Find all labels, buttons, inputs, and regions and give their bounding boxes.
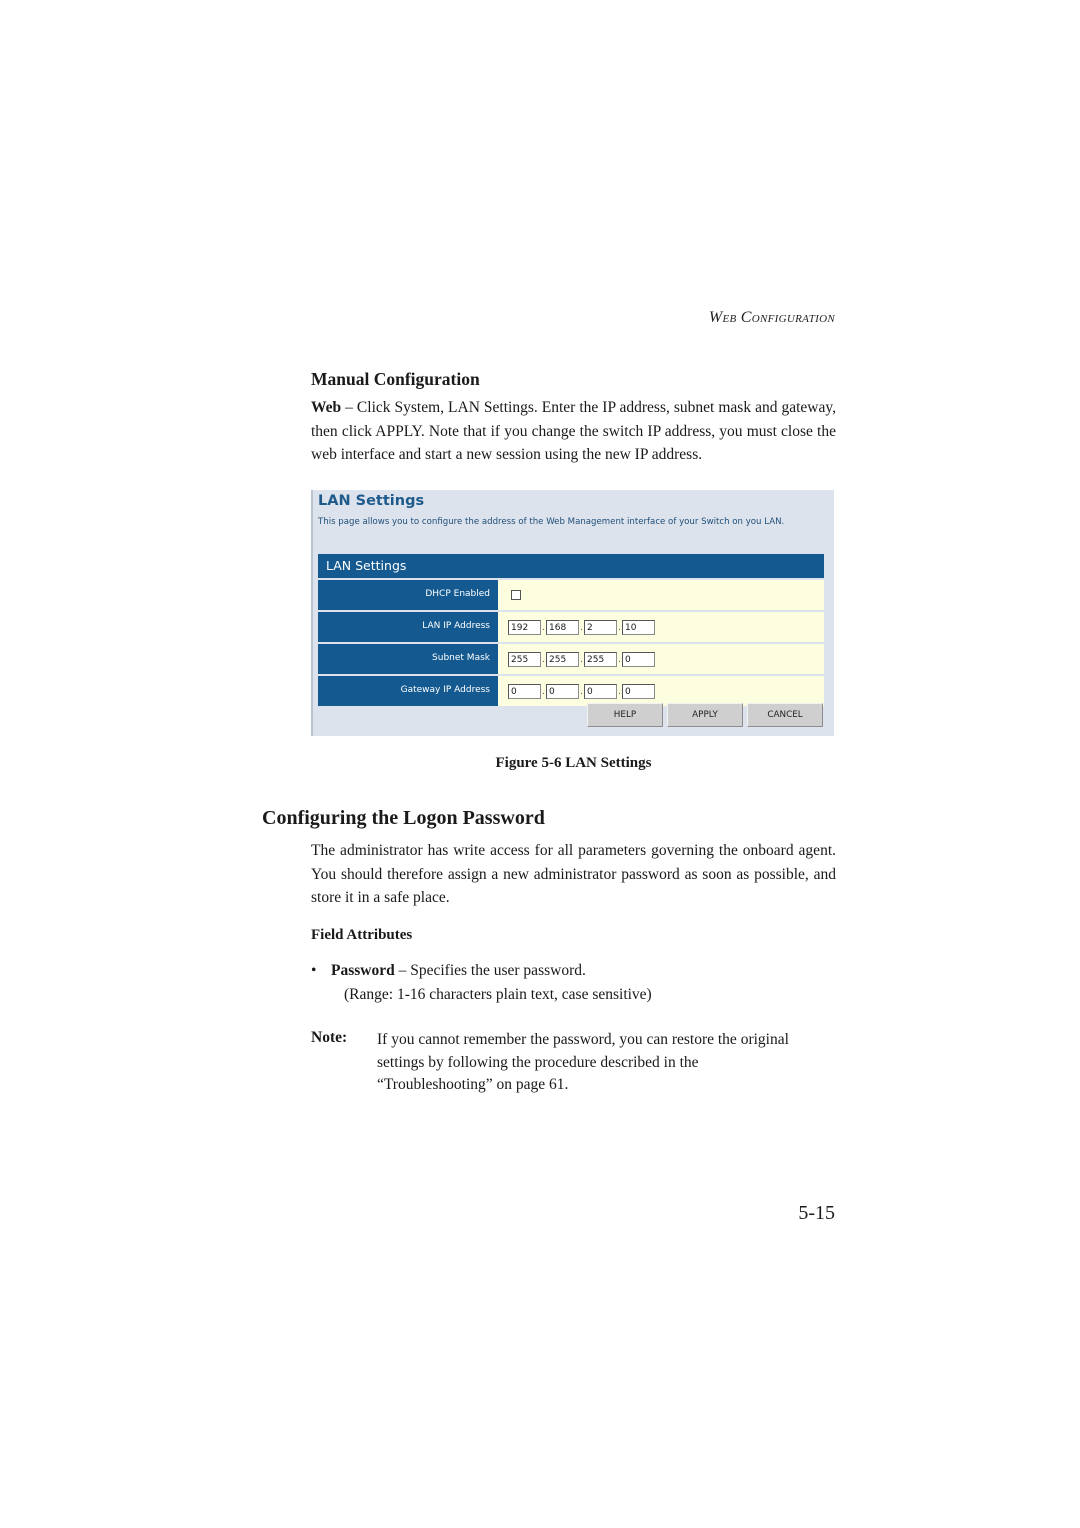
table-row-gateway: Gateway IP Address 0. 0. 0. 0 (318, 674, 824, 706)
password-bullet: • Password – Specifies the user password. (311, 962, 586, 980)
lan-ip-octet-1[interactable]: 192 (508, 619, 541, 635)
help-button[interactable]: HELP (587, 703, 663, 727)
cancel-button[interactable]: CANCEL (747, 703, 823, 727)
lan-ip-octet-4[interactable]: 10 (622, 619, 655, 635)
apply-button[interactable]: APPLY (667, 703, 743, 727)
table-row-subnet-mask: Subnet Mask 255. 255. 255. 0 (318, 642, 824, 674)
lan-settings-screenshot: LAN Settings This page allows you to con… (311, 490, 834, 736)
manual-configuration-text: – Click System, LAN Settings. Enter the … (311, 399, 836, 463)
subnet-octet-1[interactable]: 255 (508, 651, 541, 667)
subnet-octet-2[interactable]: 255 (546, 651, 579, 667)
row-value (498, 580, 824, 610)
button-bar: HELP APPLY CANCEL (587, 703, 823, 727)
dhcp-enabled-checkbox[interactable] (511, 590, 521, 600)
manual-configuration-paragraph: Web – Click System, LAN Settings. Enter … (311, 396, 836, 467)
table-row-lan-ip: LAN IP Address 192. 168. 2. 10 (318, 610, 824, 642)
row-label: LAN IP Address (318, 612, 498, 642)
bullet-icon: • (311, 962, 317, 979)
screenshot-title: LAN Settings (318, 493, 425, 509)
logon-password-paragraph: The administrator has write access for a… (311, 842, 836, 906)
running-head: Web Configuration (600, 309, 835, 327)
password-description: – Specifies the user password. (394, 962, 586, 979)
lan-ip-octet-2[interactable]: 168 (546, 619, 579, 635)
field-attributes-heading: Field Attributes (311, 927, 413, 943)
lan-settings-table: LAN Settings DHCP Enabled LAN IP Address… (318, 554, 824, 706)
password-term: Password (331, 962, 395, 979)
table-header: LAN Settings (318, 554, 824, 578)
lan-ip-octet-3[interactable]: 2 (584, 619, 617, 635)
subnet-octet-3[interactable]: 255 (584, 651, 617, 667)
row-label: DHCP Enabled (318, 580, 498, 610)
gateway-octet-1[interactable]: 0 (508, 683, 541, 699)
manual-configuration-heading: Manual Configuration (311, 369, 480, 389)
row-value: 0. 0. 0. 0 (498, 676, 824, 706)
row-value: 255. 255. 255. 0 (498, 644, 824, 674)
note-label: Note: (311, 1029, 348, 1046)
figure-caption: Figure 5-6 LAN Settings (495, 755, 652, 771)
web-lead: Web (311, 399, 342, 416)
password-range: (Range: 1-16 characters plain text, case… (344, 986, 652, 1003)
logon-password-heading: Configuring the Logon Password (262, 807, 545, 829)
row-value: 192. 168. 2. 10 (498, 612, 824, 642)
page-number: 5-15 (798, 1202, 835, 1224)
table-row-dhcp: DHCP Enabled (318, 578, 824, 610)
subnet-octet-4[interactable]: 0 (622, 651, 655, 667)
frame-edge (311, 490, 313, 736)
screenshot-description: This page allows you to configure the ad… (318, 517, 785, 527)
row-label: Gateway IP Address (318, 676, 498, 706)
note-text: If you cannot remember the password, you… (377, 1031, 789, 1093)
gateway-octet-2[interactable]: 0 (546, 683, 579, 699)
row-label: Subnet Mask (318, 644, 498, 674)
gateway-octet-4[interactable]: 0 (622, 683, 655, 699)
gateway-octet-3[interactable]: 0 (584, 683, 617, 699)
running-head-text: Web Configuration (708, 309, 835, 326)
